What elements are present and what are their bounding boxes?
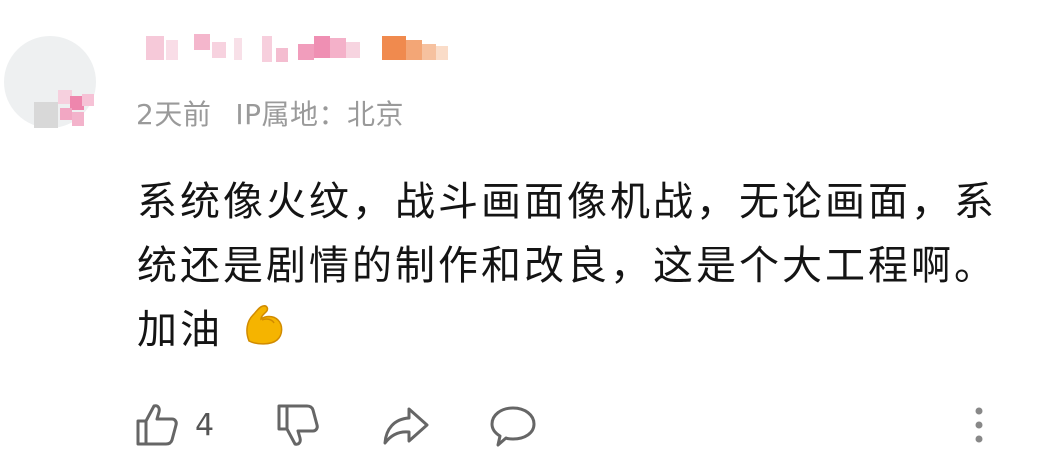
reply-icon xyxy=(490,406,536,447)
like-count: 4 xyxy=(195,407,215,443)
share-button[interactable] xyxy=(381,400,431,450)
dislike-button[interactable] xyxy=(274,400,322,450)
comment-body: 系统像火纹，战斗画面像机战，无论画面，系统还是剧情的制作和改良，这是个大工程啊。… xyxy=(137,170,1017,362)
more-options-icon xyxy=(975,407,983,443)
more-options-button[interactable] xyxy=(970,400,988,450)
thumbs-down-icon xyxy=(277,404,319,446)
username-censored[interactable] xyxy=(138,34,458,64)
action-bar: 4 xyxy=(0,400,1039,450)
ip-location: IP属地：北京 xyxy=(235,98,404,131)
reply-button[interactable] xyxy=(488,400,538,450)
avatar[interactable] xyxy=(4,36,96,128)
comment-time: 2天前 xyxy=(136,98,212,131)
share-icon xyxy=(383,407,429,445)
comment-card: 2天前 IP属地：北京 系统像火纹，战斗画面像机战，无论画面，系统还是剧情的制作和… xyxy=(0,0,1039,473)
comment-meta: 2天前 IP属地：北京 xyxy=(136,93,428,133)
flexed-biceps-icon xyxy=(245,305,283,345)
thumbs-up-icon xyxy=(136,404,178,446)
like-button[interactable]: 4 xyxy=(133,400,214,450)
